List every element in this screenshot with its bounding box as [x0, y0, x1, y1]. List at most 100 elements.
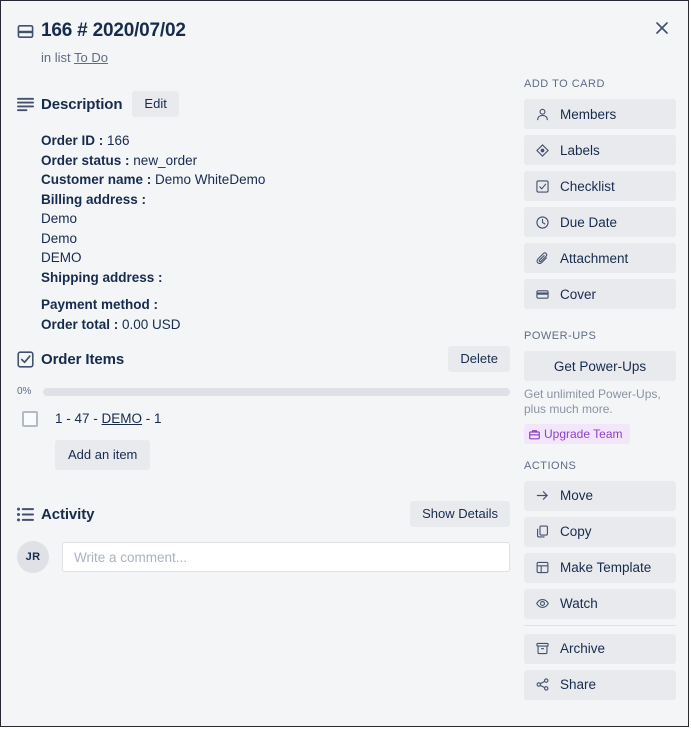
- template-icon: [534, 561, 550, 574]
- order-status-label: Order status :: [41, 152, 130, 168]
- sidebar-item-label: Labels: [560, 142, 600, 158]
- sidebar-item-label: Attachment: [560, 250, 629, 266]
- description-line: Order ID : 166: [41, 131, 510, 151]
- actions-heading: ACTIONS: [524, 459, 577, 472]
- sidebar-item-due-date[interactable]: Due Date: [524, 207, 676, 237]
- payment-method-label: Payment method :: [41, 297, 159, 312]
- checklist-icon: [534, 179, 550, 193]
- description-section: Description Edit Order ID : 166 Order st…: [17, 91, 510, 334]
- order-total-value: 0.00 USD: [122, 316, 181, 332]
- sidebar-item-members[interactable]: Members: [524, 99, 676, 129]
- archive-icon: [534, 642, 550, 655]
- description-line: Customer name : Demo WhiteDemo: [41, 170, 510, 190]
- billing-address-line-1: Demo: [41, 211, 78, 226]
- clock-icon: [534, 215, 550, 229]
- sidebar-item-checklist[interactable]: Checklist: [524, 171, 676, 201]
- add-to-card-heading: ADD TO CARD: [524, 78, 605, 90]
- get-power-ups-button[interactable]: Get Power-Ups: [524, 351, 676, 381]
- sidebar-item-label: Archive: [560, 641, 606, 656]
- checklist-section: Order Items Delete 0% 1 - 47 - DEMO - 1 …: [17, 346, 510, 470]
- briefcase-icon: [529, 429, 540, 440]
- sidebar-item-label: Checklist: [560, 178, 615, 194]
- checklist-item-suffix: - 1: [142, 411, 162, 426]
- get-power-ups-label: Get Power-Ups: [553, 358, 647, 374]
- description-title: Description: [41, 95, 123, 113]
- add-item-button[interactable]: Add an item: [55, 440, 151, 470]
- sidebar-item-move[interactable]: Move: [524, 480, 676, 511]
- checklist-item-text: 1 - 47 - DEMO - 1: [55, 410, 162, 428]
- order-total-label: Order total :: [41, 316, 119, 332]
- comment-input[interactable]: [62, 542, 510, 572]
- description-line: Order status : new_order: [41, 151, 510, 171]
- billing-address-label: Billing address :: [41, 191, 147, 207]
- page-title: 166 # 2020/07/02: [41, 20, 186, 41]
- sidebar-item-labels[interactable]: Labels: [524, 135, 676, 165]
- description-body: Order ID : 166 Order status : new_order …: [41, 131, 510, 334]
- shipping-address-label: Shipping address :: [41, 269, 163, 285]
- person-icon: [534, 108, 550, 121]
- paperclip-icon: [534, 251, 550, 265]
- progress-bar: [43, 388, 510, 396]
- in-list-prefix: in list: [41, 50, 71, 65]
- close-button[interactable]: [646, 12, 678, 44]
- customer-name-label: Customer name :: [41, 172, 152, 187]
- progress-percent-label: 0%: [17, 386, 32, 397]
- order-status-value: new_order: [133, 152, 198, 168]
- close-icon: [655, 21, 669, 35]
- eye-icon: [534, 597, 550, 610]
- arrow-right-icon: [534, 489, 550, 502]
- checklist-progress: 0%: [17, 386, 510, 398]
- checklist-item-link[interactable]: DEMO: [102, 411, 143, 426]
- description-line: Payment method :: [41, 295, 510, 315]
- description-line: Shipping address :: [41, 268, 510, 288]
- card-header: 166 # 2020/07/02 in list To Do: [17, 19, 497, 67]
- sidebar-item-label: Make Template: [560, 560, 652, 575]
- label-tag-icon: [534, 143, 550, 157]
- customer-name-value: Demo WhiteDemo: [155, 172, 266, 187]
- sidebar-item-label: Copy: [560, 524, 592, 539]
- card-detail-window: 166 # 2020/07/02 in list To Do Descripti…: [0, 0, 689, 727]
- order-id-value: 166: [107, 133, 130, 148]
- billing-address-line-3: DEMO: [41, 250, 82, 265]
- power-ups-note: Get unlimited Power-Ups, plus much more.: [524, 387, 661, 416]
- activity-list-icon: [17, 507, 41, 522]
- sidebar-item-label: Watch: [560, 596, 598, 611]
- delete-checklist-button[interactable]: Delete: [448, 346, 510, 372]
- billing-address-line-2: Demo: [41, 230, 78, 246]
- power-ups-heading: POWER-UPS: [524, 330, 597, 342]
- activity-section: Activity Show Details JR: [17, 501, 510, 573]
- sidebar-item-cover[interactable]: Cover: [524, 279, 676, 309]
- list-link[interactable]: To Do: [74, 50, 108, 65]
- checklist-item-checkbox[interactable]: [22, 411, 38, 427]
- sidebar-item-make-template[interactable]: Make Template: [524, 552, 676, 583]
- description-line: Billing address :: [41, 190, 510, 210]
- avatar[interactable]: JR: [17, 541, 49, 573]
- show-details-button[interactable]: Show Details: [410, 501, 510, 527]
- checklist-item-prefix: 1 - 47 -: [55, 411, 102, 426]
- sidebar-item-archive[interactable]: Archive: [524, 633, 676, 664]
- checklist-icon: [17, 350, 41, 368]
- share-icon: [534, 678, 550, 691]
- description-lines-icon: [17, 97, 41, 112]
- sidebar-item-label: Share: [560, 677, 597, 692]
- order-id-label: Order ID :: [41, 133, 104, 148]
- upgrade-team-label: Upgrade Team: [544, 427, 623, 441]
- cover-icon: [534, 288, 550, 301]
- upgrade-team-badge[interactable]: Upgrade Team: [524, 424, 630, 444]
- sidebar-item-copy[interactable]: Copy: [524, 516, 676, 547]
- edit-description-button[interactable]: Edit: [132, 91, 179, 117]
- checklist-item[interactable]: 1 - 47 - DEMO - 1: [17, 410, 510, 428]
- sidebar-item-watch[interactable]: Watch: [524, 588, 676, 619]
- sidebar-item-label: Move: [560, 488, 594, 503]
- activity-title: Activity: [41, 505, 95, 523]
- actions-divider: [524, 624, 676, 626]
- sidebar-item-share[interactable]: Share: [524, 669, 676, 700]
- card-list-location: in list To Do: [41, 49, 497, 67]
- sidebar-item-attachment[interactable]: Attachment: [524, 243, 676, 273]
- card-window-icon: [17, 23, 41, 40]
- sidebar-item-label: Due Date: [560, 214, 618, 230]
- sidebar-item-label: Cover: [560, 286, 597, 302]
